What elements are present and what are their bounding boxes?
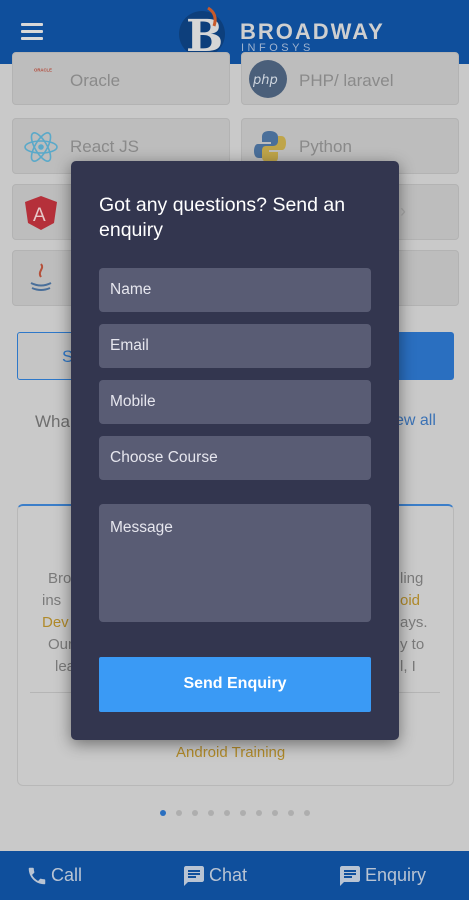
mobile-placeholder: Mobile: [110, 393, 156, 410]
send-enquiry-button[interactable]: Send Enquiry: [99, 657, 371, 712]
course-select[interactable]: Choose Course: [99, 436, 371, 480]
message-placeholder: Message: [110, 519, 173, 536]
modal-title: Got any questions? Send an enquiry: [99, 194, 346, 241]
course-placeholder: Choose Course: [110, 449, 218, 466]
email-placeholder: Email: [110, 337, 149, 354]
name-placeholder: Name: [110, 281, 152, 298]
mobile-input[interactable]: Mobile: [99, 380, 371, 424]
message-textarea[interactable]: Message: [99, 504, 371, 622]
name-input[interactable]: Name: [99, 268, 371, 312]
send-enquiry-label: Send Enquiry: [183, 675, 287, 692]
email-input[interactable]: Email: [99, 324, 371, 368]
enquiry-modal: Got any questions? Send an enquiry Name …: [71, 161, 399, 740]
